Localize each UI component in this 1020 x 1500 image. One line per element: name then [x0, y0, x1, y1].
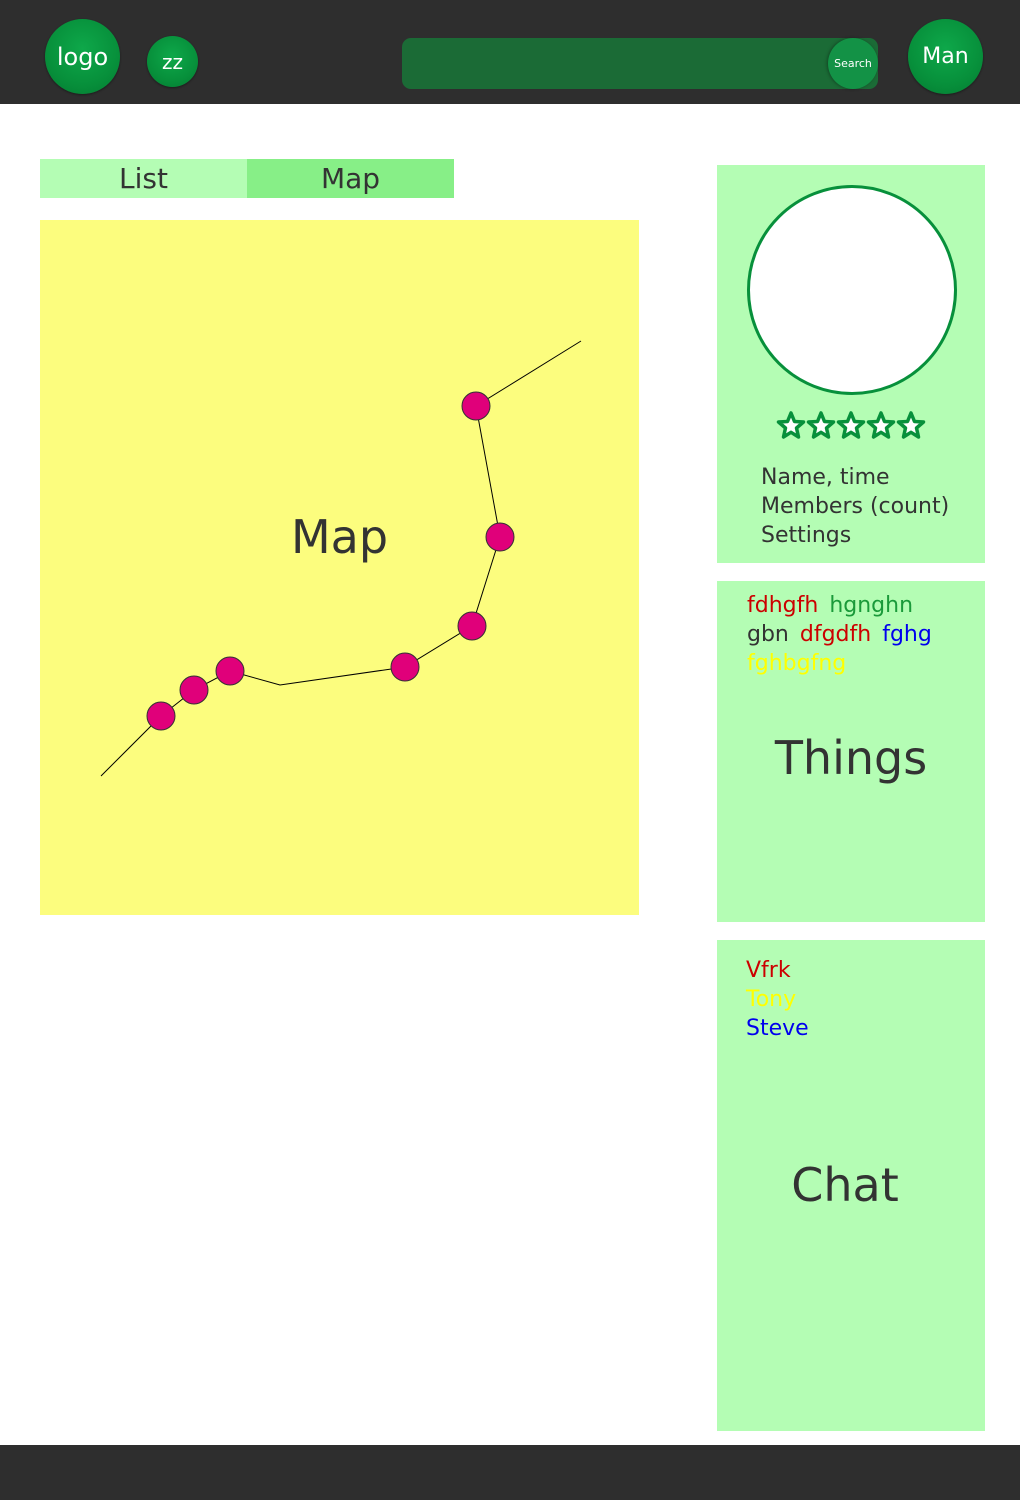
star-icon[interactable]	[896, 411, 926, 441]
search-bar: Search	[402, 38, 878, 89]
logo-label: logo	[56, 42, 109, 71]
search-button[interactable]: Search	[828, 38, 878, 89]
route-marker[interactable]	[179, 675, 209, 705]
view-tabs: List Map	[40, 159, 454, 198]
avatar[interactable]	[747, 185, 957, 395]
chat-participant[interactable]: Tony	[746, 985, 809, 1014]
profile-details: Name, time Members (count) Settings	[761, 463, 949, 550]
search-button-label: Search	[834, 57, 872, 70]
map-panel[interactable]: Map	[40, 220, 639, 915]
profile-card: Name, time Members (count) Settings	[717, 165, 985, 563]
things-tag[interactable]: gbn	[747, 622, 789, 647]
logo-button[interactable]: logo	[45, 19, 120, 94]
things-tag-list: fdhgfh hgnghn gbn dfgdfh fghg fghbgfng	[747, 591, 967, 678]
header: logo zz Search Man	[0, 0, 1020, 104]
things-tag[interactable]: dfgdfh	[800, 622, 871, 647]
star-icon[interactable]	[836, 411, 866, 441]
things-title: Things	[774, 731, 928, 785]
chat-participant[interactable]: Vfrk	[746, 956, 809, 985]
chat-participant[interactable]: Steve	[746, 1014, 809, 1043]
profile-name-time: Name, time	[761, 465, 890, 490]
rating-stars[interactable]	[776, 411, 926, 441]
things-tag[interactable]: fdhgfh	[747, 593, 818, 618]
map-label: Map	[290, 510, 389, 564]
route-marker[interactable]	[215, 656, 245, 686]
tab-map-label: Map	[320, 162, 381, 195]
route-marker[interactable]	[457, 611, 487, 641]
search-input[interactable]	[416, 48, 820, 80]
zz-button[interactable]: zz	[147, 36, 198, 87]
zz-label: zz	[162, 49, 183, 74]
chat-participant-list: Vfrk Tony Steve	[746, 956, 809, 1043]
profile-members-count[interactable]: Members (count)	[761, 492, 949, 521]
profile-settings-link[interactable]: Settings	[761, 521, 949, 550]
route-svg	[100, 340, 582, 777]
things-tag[interactable]: fghbgfng	[747, 651, 846, 676]
user-menu-button[interactable]: Man	[908, 19, 983, 94]
footer	[0, 1445, 1020, 1500]
things-card: fdhgfh hgnghn gbn dfgdfh fghg fghbgfng T…	[717, 581, 985, 922]
things-tag[interactable]: hgnghn	[829, 593, 913, 618]
star-icon[interactable]	[776, 411, 806, 441]
user-label: Man	[922, 44, 969, 69]
tab-map[interactable]: Map	[247, 159, 454, 198]
star-icon[interactable]	[866, 411, 896, 441]
chat-title: Chat	[791, 1158, 899, 1212]
tab-list-label: List	[119, 162, 168, 195]
route-marker[interactable]	[146, 701, 176, 731]
route-marker[interactable]	[390, 652, 420, 682]
star-icon[interactable]	[806, 411, 836, 441]
tab-list[interactable]: List	[40, 159, 247, 198]
things-tag[interactable]: fghg	[882, 622, 932, 647]
route-marker[interactable]	[461, 391, 491, 421]
chat-card: Vfrk Tony Steve Chat	[717, 940, 985, 1431]
